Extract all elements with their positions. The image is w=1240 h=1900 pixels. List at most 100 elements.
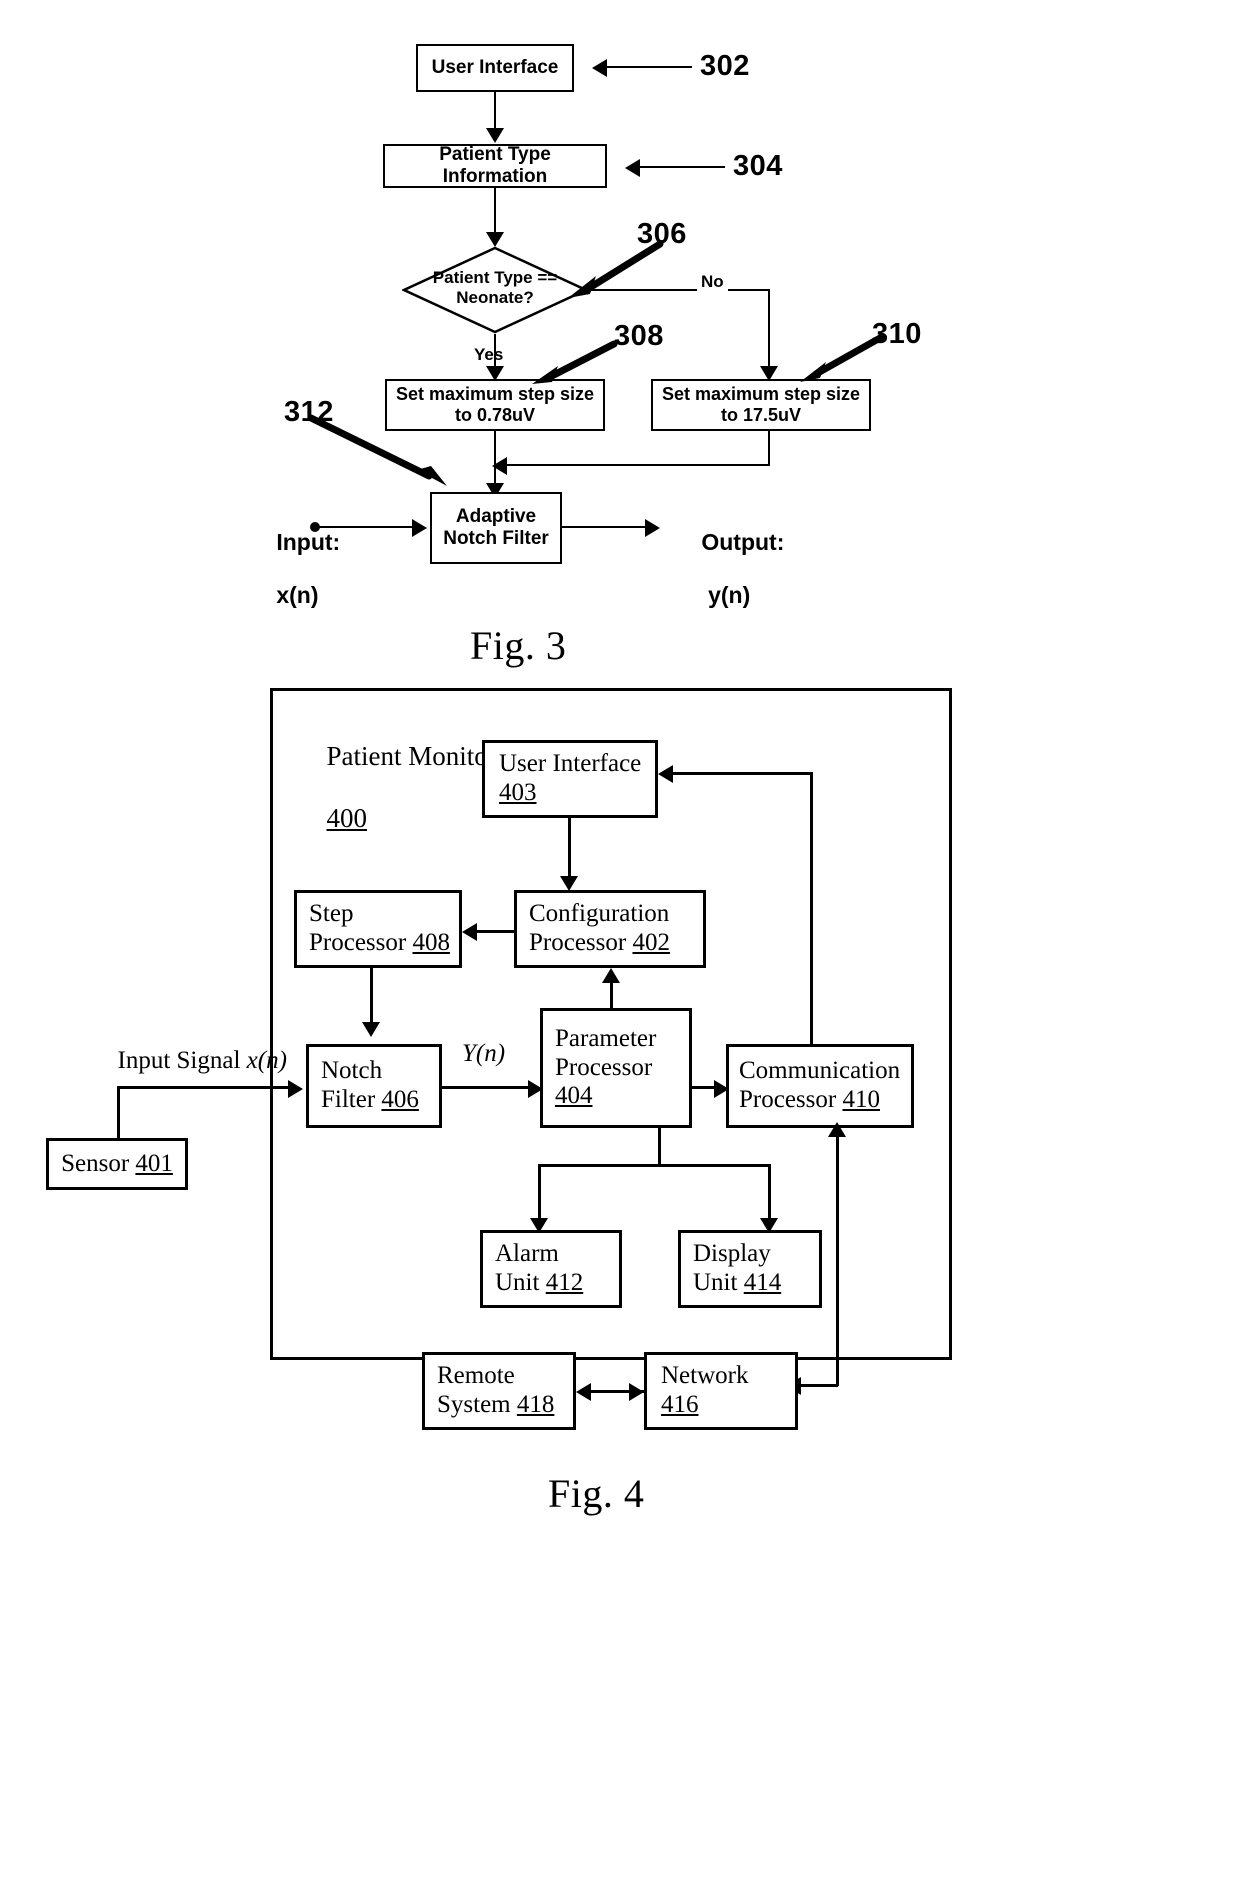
fig3-arrowhead-310-join [492, 457, 507, 475]
fig4-input-signal-text: Input Signal [117, 1046, 247, 1074]
fig4-block-remote-system: Remote System 418 [422, 1352, 576, 1430]
fig3-output-label: Output: y(n) [663, 503, 784, 635]
fig4-caption: Fig. 4 [548, 1471, 645, 1516]
fig4-block-communication-processor: Communication Processor 410 [726, 1044, 914, 1128]
fig4-block-step-processor: Step Processor 408 [294, 890, 462, 968]
fig4-alarm-unit-line2-text: Unit [495, 1269, 546, 1296]
fig3-node-patient-type-information: Patient Type Information [383, 144, 607, 188]
fig3-user-interface-label: User Interface [431, 57, 559, 79]
fig3-input-line2: x(n) [276, 582, 319, 609]
fig4-remote-system-line1: Remote [437, 1362, 515, 1390]
fig4-arrowhead-ui-to-config [560, 876, 578, 891]
fig3-edge-input-to-filter [319, 526, 413, 528]
fig4-step-processor-line1: Step [309, 900, 354, 928]
fig4-input-signal-var: x(n) [246, 1046, 287, 1074]
fig4-configuration-processor-line2: Processor 402 [529, 929, 670, 958]
fig4-edge-notch-to-parameter [442, 1086, 536, 1089]
fig4-block-network: Network 416 [644, 1352, 798, 1430]
fig3-edge-label-no: No [697, 272, 728, 292]
fig4-arrowhead-to-remote [576, 1383, 591, 1401]
fig4-input-signal-label: Input Signal x(n) [80, 1018, 287, 1104]
fig4-block-configuration-processor: Configuration Processor 402 [514, 890, 706, 968]
fig3-ref-310: 310 [872, 318, 922, 350]
fig4-step-processor-ref: 408 [412, 929, 450, 956]
fig3-arrowhead-filter-to-output [645, 519, 660, 537]
fig4-block-user-interface: User Interface 403 [482, 740, 658, 818]
fig3-ref-304: 304 [733, 150, 783, 182]
fig4-communication-processor-line2: Processor 410 [739, 1086, 880, 1115]
fig4-arrowhead-parameter-to-config [602, 968, 620, 983]
fig4-notch-filter-line2: Filter 406 [321, 1086, 419, 1115]
fig4-network-ref: 416 [661, 1391, 699, 1418]
fig3-output-line2: y(n) [708, 582, 751, 609]
fig4-arrowhead-step-to-notch [362, 1022, 380, 1037]
fig3-set-step-other-line2: to 17.5uV [720, 405, 802, 425]
fig4-remote-system-ref: 418 [516, 1391, 555, 1418]
fig4-notch-filter-line2-text: Filter [321, 1086, 382, 1113]
fig3-ref-308: 308 [614, 320, 664, 352]
fig4-user-interface-ref: 403 [499, 779, 537, 806]
fig3-adaptive-notch-filter-line2: Notch Filter [443, 528, 549, 549]
fig3-node-adaptive-notch-filter: Adaptive Notch Filter [430, 492, 562, 564]
fig4-edge-sensor-across [117, 1086, 289, 1089]
fig4-user-interface-label: User Interface [499, 750, 642, 778]
fig4-communication-processor-line1: Communication [739, 1057, 901, 1085]
fig3-input-label: Input: x(n) [238, 503, 340, 635]
fig4-parameter-processor-ref: 404 [555, 1082, 593, 1110]
fig3-decision-line2: Neonate? [456, 288, 534, 308]
fig4-edge-comm-to-network-vertical [836, 1128, 839, 1386]
fig3-decision-line1: Patient Type == [432, 268, 558, 287]
fig4-block-notch-filter: Notch Filter 406 [306, 1044, 442, 1128]
fig4-display-unit-line2-text: Unit [693, 1269, 744, 1296]
fig3-arrowhead-pti-to-decision [486, 232, 504, 247]
fig4-patient-monitor-title: Patient Monitor 400 [286, 710, 497, 865]
fig3-set-step-other-line1: Set maximum step size [661, 384, 861, 405]
fig4-arrowhead-network-to-comm [828, 1122, 846, 1137]
fig3-arrowhead-input-to-filter [412, 519, 427, 537]
fig3-output-line1: Output: [701, 529, 785, 556]
fig3-leader-arrowhead-302 [592, 59, 607, 77]
fig4-edge-ui-to-config [568, 818, 571, 884]
fig3-ref-312: 312 [284, 396, 334, 428]
fig4-sensor-ref: 401 [135, 1149, 173, 1177]
fig3-input-line1: Input: [276, 529, 341, 556]
fig3-node-user-interface: User Interface [416, 44, 574, 92]
fig4-step-processor-line2: Processor 408 [309, 929, 450, 958]
fig3-leader-line-302 [604, 66, 692, 68]
fig3-ref-306: 306 [637, 218, 687, 250]
fig3-edge-no-down [768, 289, 770, 374]
fig4-parameter-processor-line1: Parameter [555, 1024, 657, 1052]
fig4-block-display-unit: Display Unit 414 [678, 1230, 822, 1308]
fig4-arrowhead-sensor-to-notch [288, 1080, 303, 1098]
fig4-edge-comm-to-ui [670, 772, 812, 775]
fig4-rail-right-vertical [810, 772, 813, 1062]
fig3-caption: Fig. 3 [470, 623, 567, 668]
fig4-notch-filter-line1: Notch [321, 1057, 383, 1085]
fig4-block-sensor: Sensor 401 [46, 1138, 188, 1190]
fig4-arrowhead-config-to-step [462, 923, 477, 941]
fig4-communication-processor-ref: 410 [842, 1086, 880, 1113]
fig4-edge-parameter-to-config [610, 982, 613, 1010]
fig4-filter-output-label: Y(n) [462, 1040, 506, 1067]
fig4-edge-config-to-step [474, 930, 516, 933]
fig4-edge-network-to-comm-horizontal [798, 1384, 838, 1387]
fig4-remote-system-line2-text: System [437, 1391, 517, 1418]
fig4-arrowhead-to-network [629, 1383, 644, 1401]
fig4-edge-step-to-notch [370, 968, 373, 1030]
fig3-set-step-neonate-line1: Set maximum step size [395, 384, 595, 405]
fig3-adaptive-notch-filter-line1: Adaptive [455, 506, 537, 528]
fig4-display-unit-ref: 414 [743, 1269, 782, 1296]
fig4-remote-system-line2: System 418 [437, 1391, 554, 1420]
fig4-sensor-text: Sensor [61, 1149, 136, 1177]
fig4-configuration-processor-ref: 402 [632, 929, 670, 956]
fig4-edge-sensor-up [117, 1088, 120, 1140]
fig3-arrowhead-ui-to-pti [486, 128, 504, 143]
fig3-node-set-step-other: Set maximum step size to 17.5uV [651, 379, 871, 431]
fig3-leader-arrowhead-304 [625, 159, 640, 177]
fig4-edge-branch-to-alarm [538, 1164, 541, 1226]
fig4-block-alarm-unit: Alarm Unit 412 [480, 1230, 622, 1308]
fig4-configuration-processor-line2-text: Processor [529, 929, 633, 956]
fig4-edge-parameter-down [658, 1128, 661, 1166]
fig4-patient-monitor-title-text: Patient Monitor [326, 741, 497, 772]
fig4-block-parameter-processor: Parameter Processor 404 [540, 1008, 692, 1128]
